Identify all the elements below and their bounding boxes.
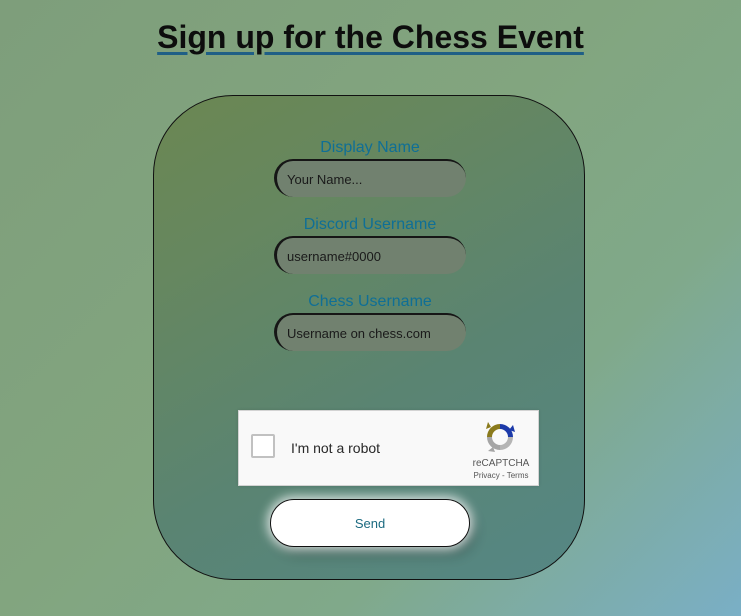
discord-username-input[interactable] xyxy=(274,236,466,274)
recaptcha-privacy-link[interactable]: Privacy xyxy=(474,471,500,480)
recaptcha-checkbox[interactable] xyxy=(251,434,275,458)
chess-username-field: Chess Username xyxy=(154,293,586,351)
send-button[interactable]: Send xyxy=(270,499,470,547)
recaptcha-terms-link[interactable]: Terms xyxy=(507,471,529,480)
recaptcha-links: Privacy - Terms xyxy=(461,471,541,481)
recaptcha-widget: I'm not a robot reCAPTCHA Privacy - Term… xyxy=(238,410,539,486)
discord-username-field: Discord Username xyxy=(154,216,586,274)
display-name-label: Display Name xyxy=(320,139,420,156)
recaptcha-brand: reCAPTCHA xyxy=(472,458,530,469)
display-name-input[interactable] xyxy=(274,159,466,197)
page-title: Sign up for the Chess Event xyxy=(0,17,741,57)
chess-username-input[interactable] xyxy=(274,313,466,351)
page-title-text: Sign up for the Chess Event xyxy=(157,19,584,55)
chess-username-label: Chess Username xyxy=(308,293,432,310)
recaptcha-label: I'm not a robot xyxy=(291,440,381,456)
signup-form-card: Display Name Discord Username Chess User… xyxy=(153,95,585,580)
recaptcha-logo-icon xyxy=(486,422,515,452)
discord-username-label: Discord Username xyxy=(303,216,437,233)
recaptcha-links-separator: - xyxy=(499,471,507,480)
display-name-field: Display Name xyxy=(154,139,586,197)
